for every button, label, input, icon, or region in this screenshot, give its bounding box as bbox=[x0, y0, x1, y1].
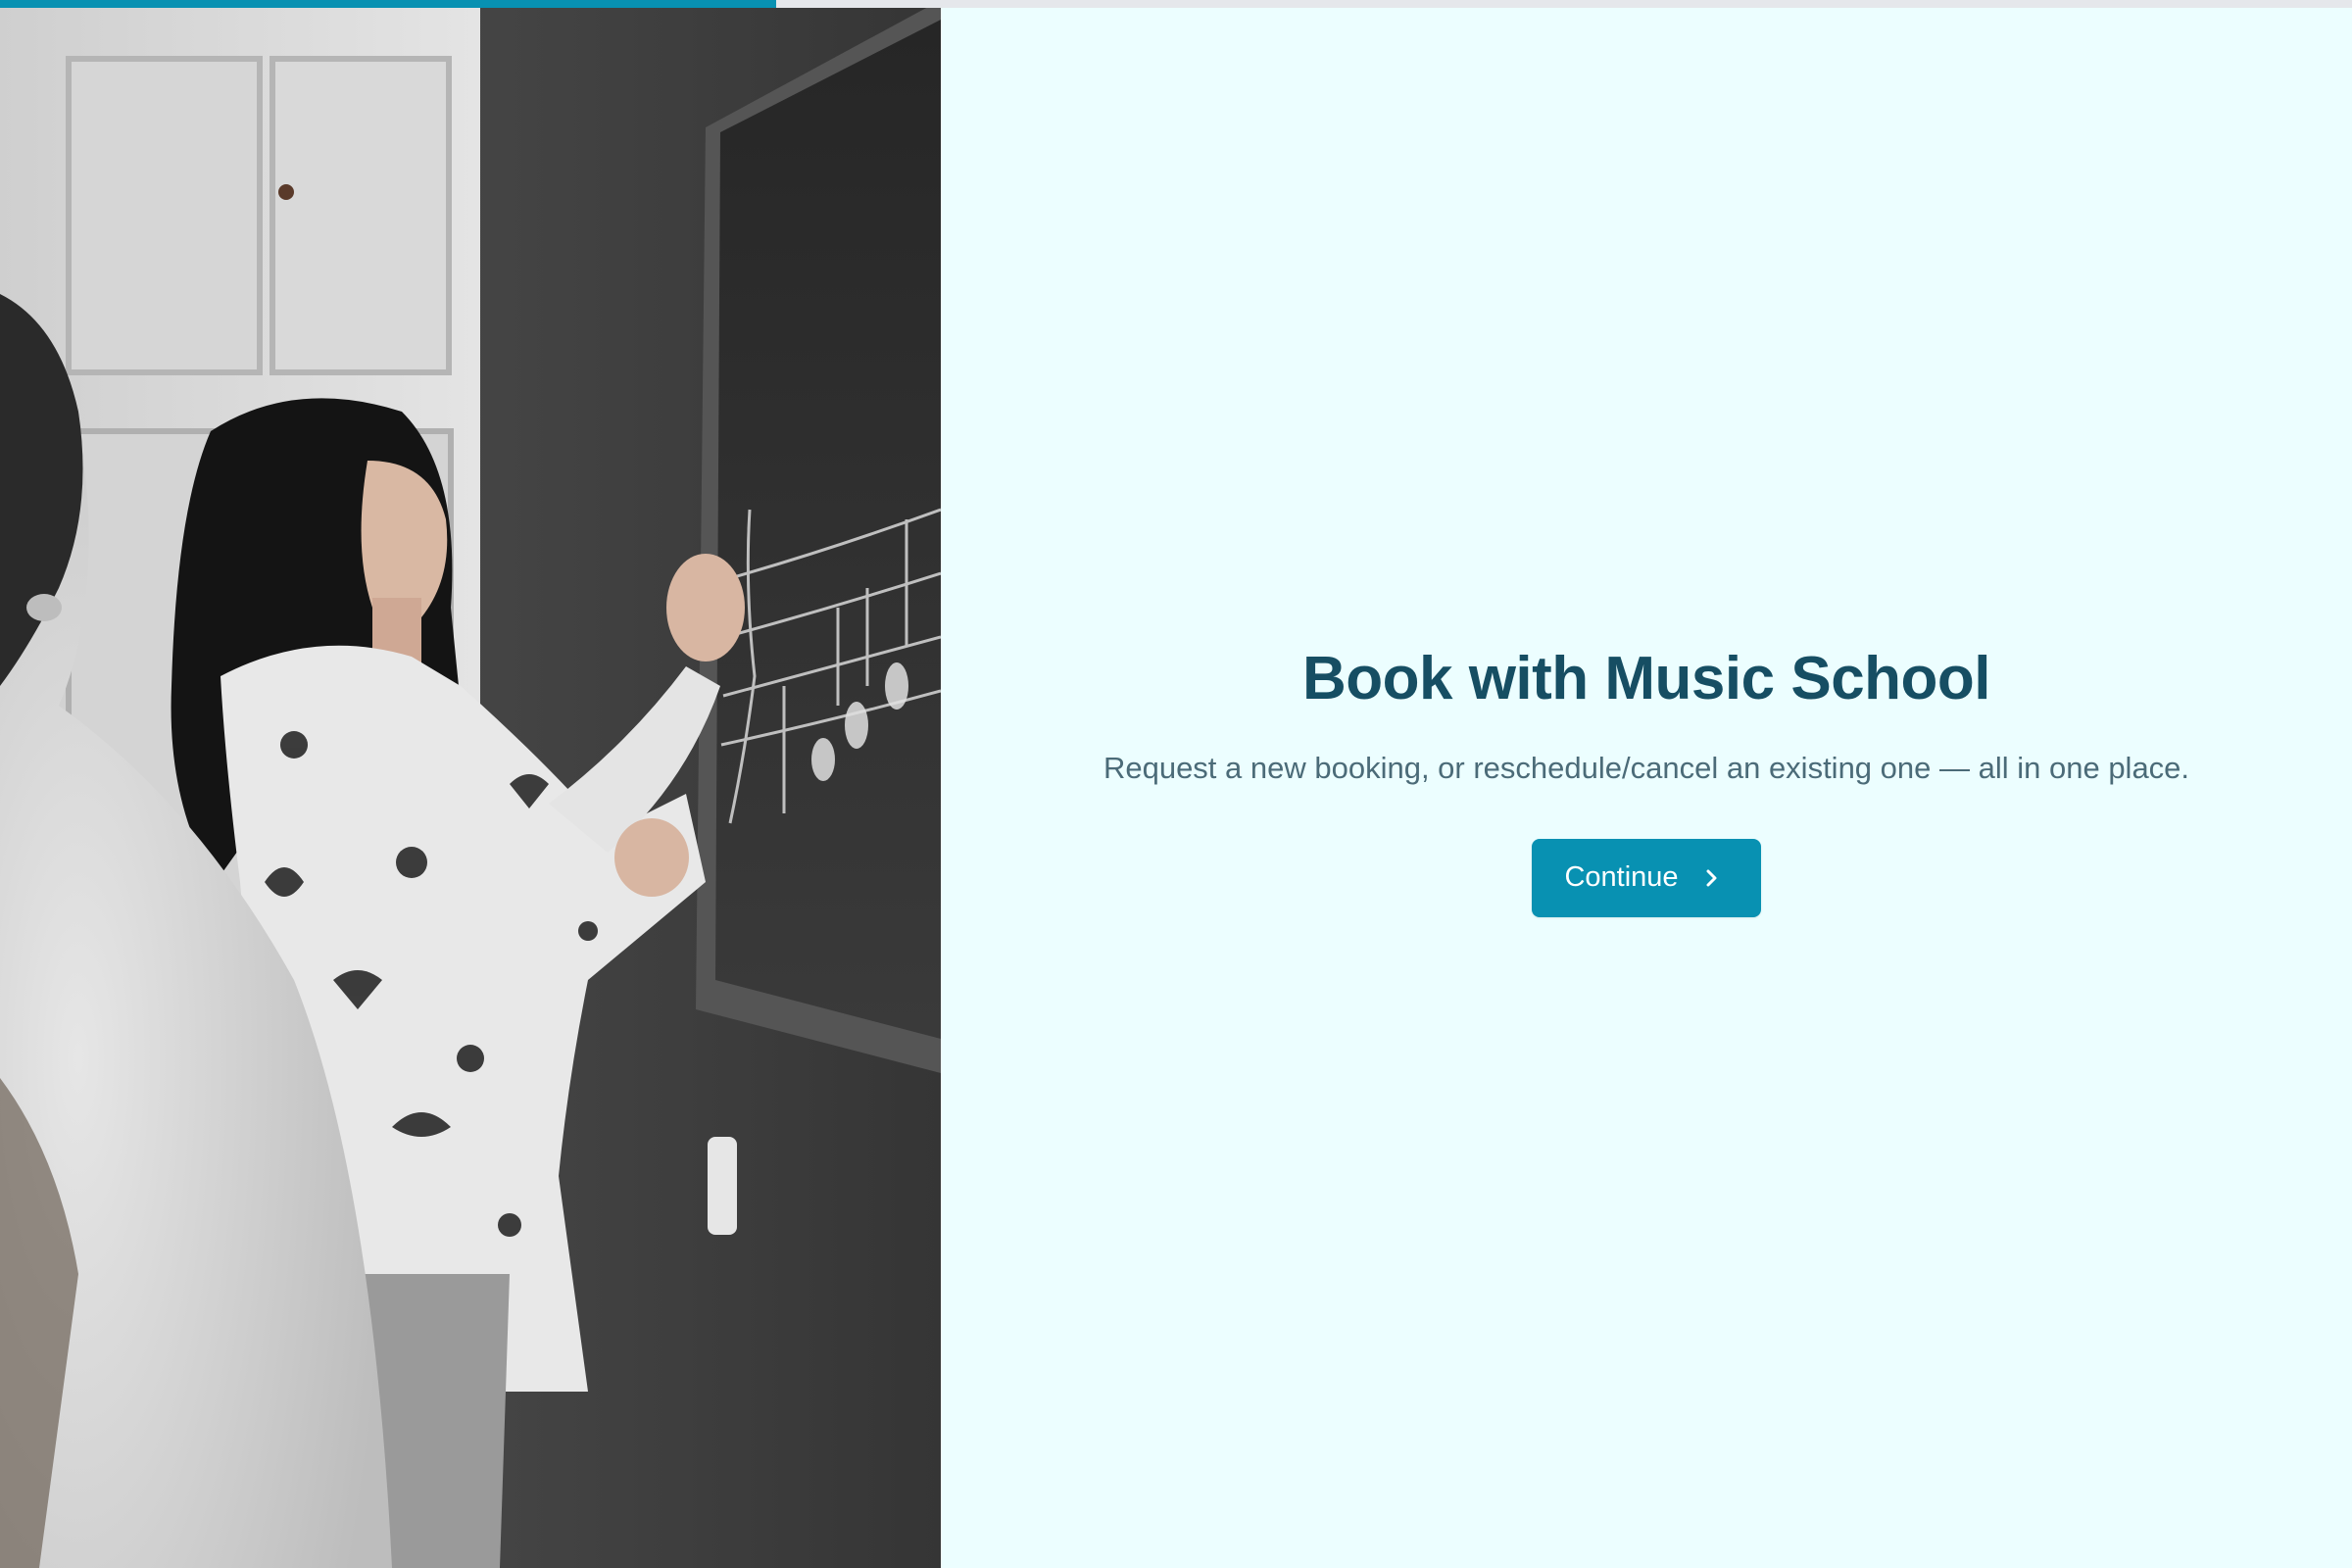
page-subtitle: Request a new booking, or reschedule/can… bbox=[1102, 750, 2190, 785]
booking-intro-panel: Book with Music School Request a new boo… bbox=[941, 8, 2352, 1568]
hero-section: Book with Music School Request a new boo… bbox=[1103, 644, 2189, 917]
page-title: Book with Music School bbox=[1301, 644, 1991, 712]
hero-photo bbox=[0, 0, 941, 1568]
continue-button-label: Continue bbox=[1564, 861, 1679, 893]
progress-bar bbox=[0, 0, 2352, 8]
continue-button[interactable]: Continue bbox=[1532, 838, 1761, 917]
chevron-right-icon bbox=[1706, 869, 1717, 886]
progress-bar-fill bbox=[0, 0, 776, 8]
music-teacher-chalkboard-photo bbox=[0, 0, 941, 1568]
